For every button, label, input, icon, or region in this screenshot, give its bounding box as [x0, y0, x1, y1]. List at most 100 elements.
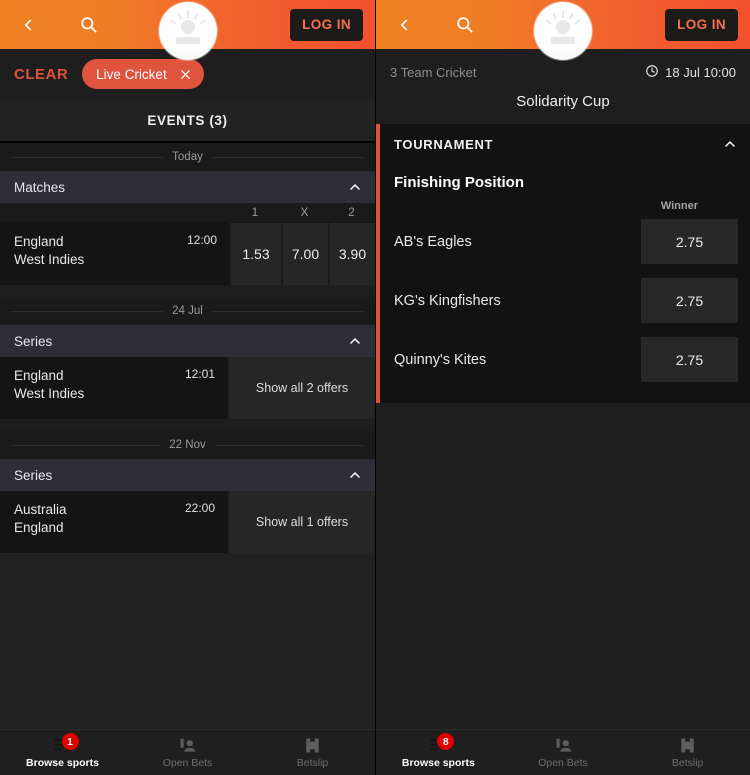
nav-label: Open Bets — [538, 756, 588, 769]
close-icon[interactable] — [179, 68, 192, 81]
group-spacer — [0, 419, 375, 431]
market-header-label: TOURNAMENT — [394, 136, 494, 152]
date-label: 24 Jul — [163, 305, 212, 317]
betslip-icon — [304, 737, 321, 754]
market-bottom-spacer — [380, 389, 750, 403]
show-all-offers-button[interactable]: Show all 1 offers — [227, 491, 375, 553]
selection-odds-button[interactable]: 2.75 — [641, 278, 738, 323]
bottom-navigation-right: 8 Browse sports Open Bets Betslip — [376, 729, 750, 775]
chevron-up-icon[interactable] — [347, 179, 363, 195]
section-header-series[interactable]: Series — [0, 325, 375, 357]
odds-button-2[interactable]: 3.90 — [328, 223, 375, 285]
away-team: West Indies — [14, 386, 85, 401]
event-time: 22:00 — [184, 501, 215, 515]
section-title: Series — [14, 333, 53, 349]
event-time: 12:01 — [184, 367, 215, 381]
nav-label: Browse sports — [26, 756, 99, 769]
market-column-label: Winner — [660, 200, 698, 212]
match-meta-top: 3 Team Cricket 18 Jul 10:00 — [390, 64, 736, 81]
nav-label: Browse sports — [401, 756, 475, 769]
badge-count: 8 — [437, 733, 455, 750]
clock-icon — [645, 64, 659, 81]
back-button[interactable] — [382, 3, 426, 47]
top-app-bar-right: LOG IN — [376, 0, 750, 60]
search-icon[interactable] — [442, 3, 486, 47]
selection-row: KG's Kingfishers 2.75 — [380, 271, 750, 330]
clear-filters-button[interactable]: CLEAR — [14, 66, 68, 83]
back-button[interactable] — [6, 3, 50, 47]
odds-column-label: 2 — [348, 206, 355, 219]
start-time: 18 Jul 10:00 — [665, 65, 736, 80]
nav-open-bets[interactable]: Open Bets — [125, 730, 250, 775]
sport-name: 3 Team Cricket — [390, 65, 477, 80]
top-app-bar-left: LOG IN — [0, 0, 375, 60]
event-group: 24 Jul Series England West Indies 12:01 … — [0, 297, 375, 419]
nav-browse-sports[interactable]: 1 Browse sports — [0, 730, 125, 775]
events-list[interactable]: Today Matches 1 X 2 England West Indies … — [0, 143, 375, 729]
date-label: 22 Nov — [160, 439, 215, 451]
event-teams[interactable]: England West Indies 12:01 — [0, 357, 227, 419]
open-bets-icon — [178, 737, 197, 754]
odds-button-1[interactable]: 1.53 — [229, 223, 281, 285]
market-card: TOURNAMENT Finishing Position Winner AB'… — [376, 124, 750, 403]
nav-betslip[interactable]: Betslip — [250, 730, 375, 775]
nav-open-bets[interactable]: Open Bets — [501, 730, 626, 775]
search-icon[interactable] — [66, 3, 110, 47]
event-group: Today Matches 1 X 2 England West Indies … — [0, 143, 375, 285]
login-button[interactable]: LOG IN — [290, 9, 363, 41]
date-divider: 22 Nov — [0, 431, 375, 459]
odds-group: 1.53 7.00 3.90 — [229, 223, 375, 285]
section-header-series[interactable]: Series — [0, 459, 375, 491]
odds-button-x[interactable]: 7.00 — [281, 223, 328, 285]
section-header-matches[interactable]: Matches — [0, 171, 375, 203]
away-team: West Indies — [14, 252, 85, 267]
date-divider: 24 Jul — [0, 297, 375, 325]
odds-column-labels: 1 X 2 — [0, 203, 375, 223]
selection-name: Quinny's Kites — [394, 351, 487, 368]
date-label: Today — [163, 151, 212, 163]
selection-row: AB's Eagles 2.75 — [380, 212, 750, 271]
chevron-up-icon[interactable] — [347, 467, 363, 483]
right-panel: LOG IN 3 Team Cricket 18 Jul 10:00 Solid… — [375, 0, 750, 775]
event-teams[interactable]: Australia England 22:00 — [0, 491, 227, 553]
event-teams[interactable]: England West Indies 12:00 — [0, 223, 229, 285]
group-spacer — [0, 285, 375, 297]
show-all-offers-button[interactable]: Show all 2 offers — [227, 357, 375, 419]
selection-odds-button[interactable]: 2.75 — [641, 337, 738, 382]
brand-logo-icon — [158, 2, 217, 60]
dual-panel-screen: LOG IN CLEAR Live Cricket EVENTS (3) Tod… — [0, 0, 750, 775]
event-row[interactable]: England West Indies 12:01 Show all 2 off… — [0, 357, 375, 419]
event-title: Solidarity Cup — [516, 93, 610, 110]
open-bets-icon — [554, 737, 573, 754]
badge-count: 1 — [61, 733, 79, 750]
date-divider: Today — [0, 143, 375, 171]
chevron-up-icon[interactable] — [722, 136, 738, 152]
nav-betslip[interactable]: Betslip — [625, 730, 750, 775]
odds-column-label: X — [300, 206, 309, 219]
chevron-up-icon[interactable] — [347, 333, 363, 349]
odds-column-label: 1 — [251, 206, 259, 219]
selection-row: Quinny's Kites 2.75 — [380, 330, 750, 389]
betslip-icon — [679, 737, 696, 754]
match-meta: 3 Team Cricket 18 Jul 10:00 Solidarity C… — [376, 49, 750, 124]
selection-name: AB's Eagles — [394, 233, 472, 250]
nav-label: Betslip — [296, 756, 329, 769]
event-group: 22 Nov Series Australia England 22:00 Sh… — [0, 431, 375, 553]
market-header[interactable]: TOURNAMENT — [380, 124, 750, 164]
event-row[interactable]: England West Indies 12:00 1.53 7.00 3.90 — [0, 223, 375, 285]
filter-chip-live-cricket[interactable]: Live Cricket — [82, 59, 204, 89]
away-team: England — [14, 520, 64, 535]
start-time-group: 18 Jul 10:00 — [645, 64, 736, 81]
brand-logo-icon — [534, 2, 592, 60]
selection-name: KG's Kingfishers — [394, 292, 501, 309]
nav-label: Open Bets — [162, 756, 213, 769]
event-row[interactable]: Australia England 22:00 Show all 1 offer… — [0, 491, 375, 553]
nav-browse-sports[interactable]: 8 Browse sports — [376, 730, 501, 775]
login-button[interactable]: LOG IN — [665, 9, 738, 41]
section-title: Series — [14, 467, 53, 483]
event-time: 12:00 — [186, 233, 217, 247]
nav-label: Betslip — [671, 756, 704, 769]
section-title: Matches — [14, 179, 66, 195]
events-count-header: EVENTS (3) — [0, 99, 375, 143]
selection-odds-button[interactable]: 2.75 — [641, 219, 738, 264]
